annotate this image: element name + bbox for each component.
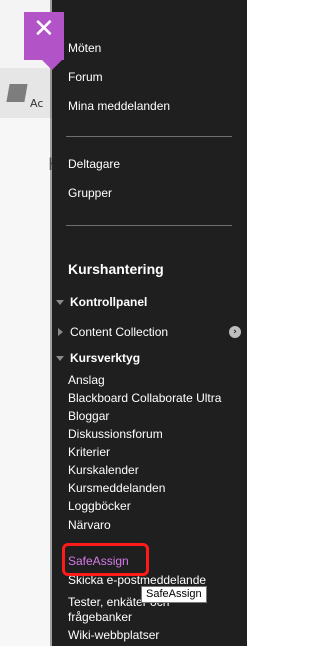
tool-link-wiki-webbplatser[interactable]: Wiki-webbplatser: [68, 628, 159, 642]
background-partial-text: Ac: [30, 97, 44, 110]
menu-link-content-collection[interactable]: Content Collection: [70, 325, 168, 339]
menu-link-deltagare[interactable]: Deltagare: [68, 157, 120, 171]
tooltip: SafeAssign: [141, 586, 207, 603]
tool-link-narvaro[interactable]: Närvaro: [68, 518, 111, 532]
chevron-right-circle-icon[interactable]: ›: [229, 326, 241, 338]
edit-mode-icon: [6, 84, 28, 102]
expand-kursverktyg-icon[interactable]: [56, 356, 64, 361]
tool-link-anslag[interactable]: Anslag: [68, 373, 105, 387]
close-icon[interactable]: ✕: [33, 14, 55, 44]
expand-content-collection-icon[interactable]: [58, 328, 63, 336]
tool-link-kriterier[interactable]: Kriterier: [68, 445, 110, 459]
menu-divider: [66, 136, 232, 137]
tool-link-kurskalender[interactable]: Kurskalender: [68, 463, 139, 477]
tool-link-loggbocker[interactable]: Loggböcker: [68, 499, 131, 513]
highlight-annotation: [62, 543, 149, 576]
tool-link-blackboard-collaborate-ultra[interactable]: Blackboard Collaborate Ultra: [68, 391, 221, 405]
menu-link-moten[interactable]: Möten: [68, 41, 101, 55]
tool-link-bloggar[interactable]: Bloggar: [68, 409, 109, 423]
section-title-kurshantering: Kurshantering: [68, 261, 164, 277]
menu-link-kontrollpanel[interactable]: Kontrollpanel: [70, 295, 147, 309]
tool-link-kursmeddelanden[interactable]: Kursmeddelanden: [68, 481, 165, 495]
menu-link-forum[interactable]: Forum: [68, 70, 103, 84]
menu-link-kursverktyg[interactable]: Kursverktyg: [70, 351, 140, 365]
tool-link-tester-enkater-line2[interactable]: frågebanker: [68, 610, 132, 624]
menu-link-grupper[interactable]: Grupper: [68, 186, 112, 200]
tool-link-diskussionsforum[interactable]: Diskussionsforum: [68, 427, 163, 441]
menu-link-mina-meddelanden[interactable]: Mina meddelanden: [68, 99, 170, 113]
menu-divider: [66, 225, 232, 226]
expand-kontrollpanel-icon[interactable]: [56, 300, 64, 305]
